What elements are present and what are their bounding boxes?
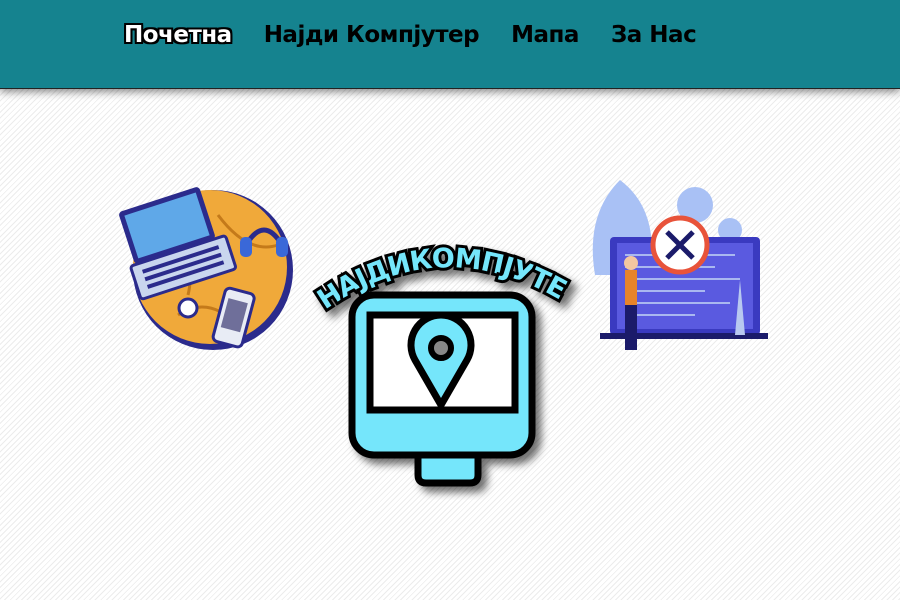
nav-map[interactable]: Мапа — [511, 22, 579, 48]
nav-find-computer[interactable]: Најди Компјутер — [264, 22, 480, 48]
main-nav: Почетна Најди Компјутер Мапа За Нас — [124, 22, 697, 48]
nav-home[interactable]: Почетна — [124, 22, 232, 48]
laptop-desk-illustration — [119, 187, 293, 350]
site-logo: НАЈДИКОМПЈУТЕР — [300, 235, 575, 487]
top-navbar: Почетна Најди Компјутер Мапа За Нас — [0, 0, 900, 89]
repair-illustration — [592, 180, 768, 350]
monitor-pin-icon — [348, 291, 536, 487]
nav-about[interactable]: За Нас — [611, 22, 697, 48]
